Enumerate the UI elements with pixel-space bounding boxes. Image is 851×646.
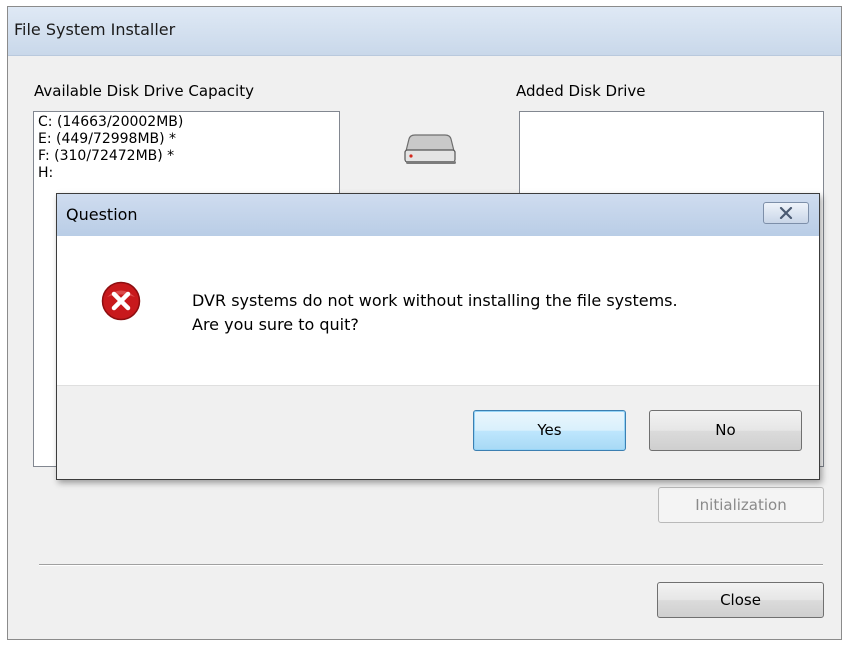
close-button[interactable]: Close [657,582,824,618]
list-item[interactable]: H: [38,165,335,182]
hard-drive-icon[interactable] [401,133,459,167]
initialization-button[interactable]: Initialization [658,487,824,523]
list-item[interactable]: C: (14663/20002MB) [38,114,335,131]
dialog-message-line: DVR systems do not work without installi… [192,291,678,310]
added-drives-label: Added Disk Drive [516,82,646,100]
question-dialog: Question DVR systems do not work without… [56,193,820,480]
list-item[interactable]: F: (310/72472MB) * [38,148,335,165]
yes-button[interactable]: Yes [473,410,626,451]
no-button[interactable]: No [649,410,802,451]
close-icon [779,207,793,219]
window-title: File System Installer [14,20,176,39]
dialog-title: Question [66,205,138,224]
dialog-message-line: Are you sure to quit? [192,315,359,334]
dialog-close-button[interactable] [763,202,809,224]
separator [39,564,823,566]
dialog-body: DVR systems do not work without installi… [57,236,819,385]
list-item[interactable]: E: (449/72998MB) * [38,131,335,148]
error-icon [101,281,141,321]
dialog-titlebar: Question [57,194,819,236]
dialog-message: DVR systems do not work without installi… [192,289,678,337]
window-titlebar: File System Installer [8,7,841,56]
available-drives-label: Available Disk Drive Capacity [34,82,254,100]
